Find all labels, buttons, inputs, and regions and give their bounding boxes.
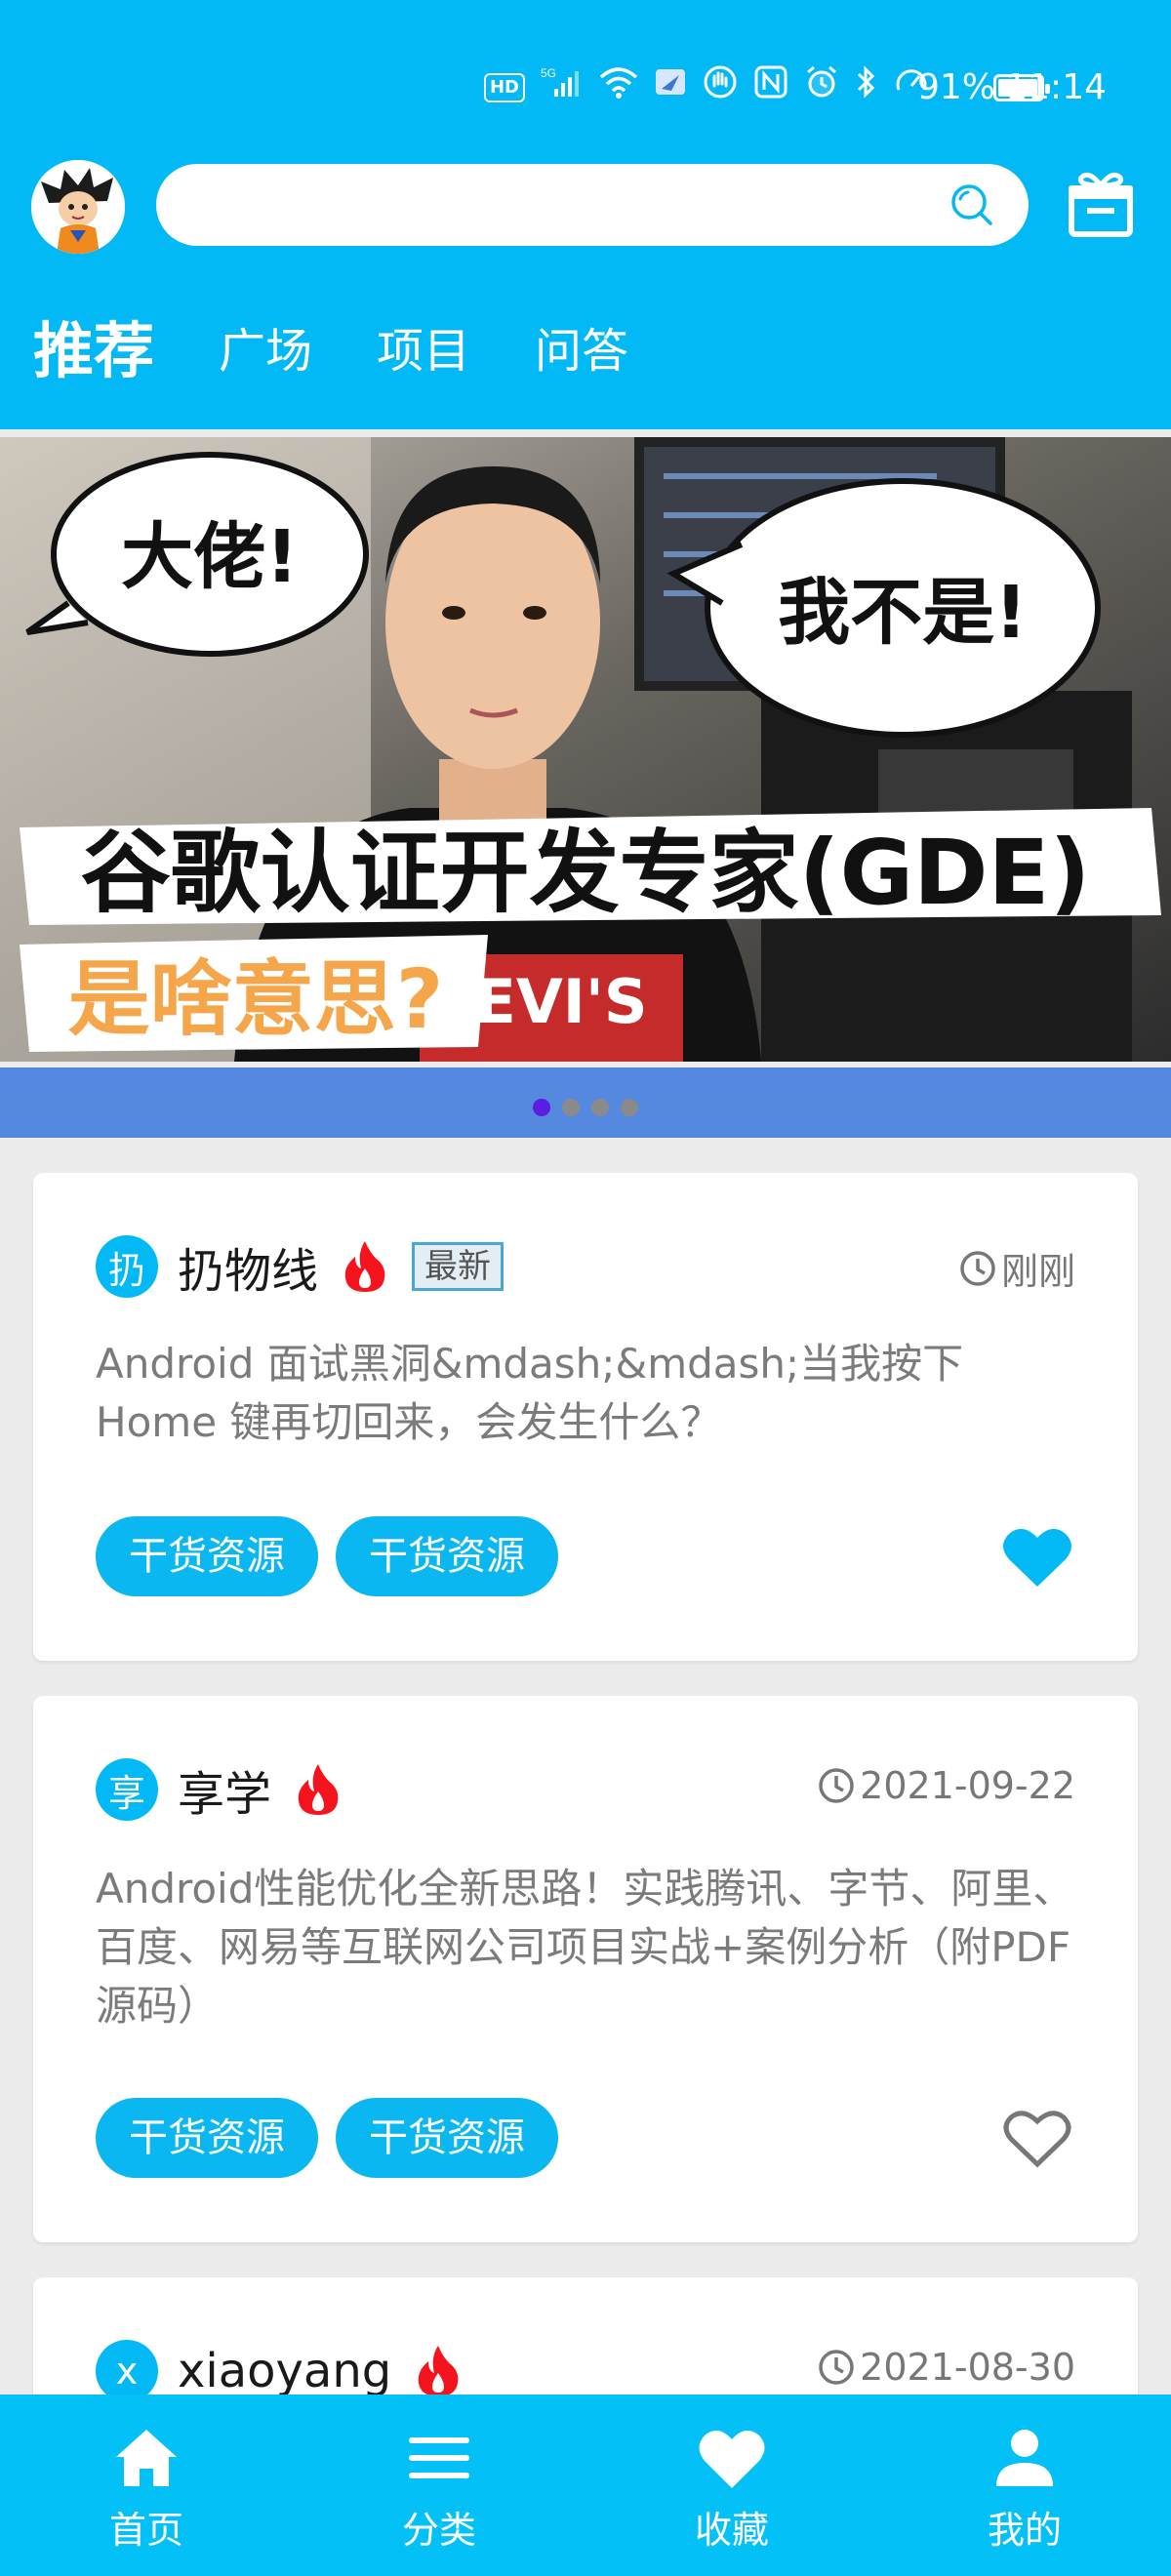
card-header: 扔 扔物线 最新 xyxy=(96,1232,505,1301)
heart-filled-icon[interactable] xyxy=(1001,1524,1073,1589)
tab-qa[interactable]: 问答 xyxy=(535,312,628,390)
search-icon[interactable] xyxy=(949,181,995,228)
signal-icon: 5G xyxy=(541,65,584,109)
author-avatar[interactable]: x xyxy=(96,2340,158,2402)
carousel-dot[interactable] xyxy=(562,1099,580,1116)
article-title[interactable]: Android 面试黑洞&mdash;&mdash;当我按下 Home 键再切回… xyxy=(96,1335,1075,1452)
bubble-left-text: 大佬! xyxy=(121,515,299,599)
banner-carousel[interactable]: 大佬! 我不是! 谷歌认证开发专家(GDE) EVI'S 是啥意思? xyxy=(0,437,1171,1062)
tag-chip[interactable]: 干货资源 xyxy=(336,2098,558,2178)
search-bar[interactable] xyxy=(156,164,1029,246)
banner-image: 大佬! 我不是! 谷歌认证开发专家(GDE) EVI'S 是啥意思? xyxy=(0,437,1171,1062)
nav-favorites[interactable]: 收藏 xyxy=(586,2395,878,2576)
bluetooth-icon xyxy=(855,64,878,110)
author-avatar[interactable]: 扔 xyxy=(96,1235,158,1298)
heart-outline-icon[interactable] xyxy=(1001,2106,1073,2170)
hd-badge: HD xyxy=(483,72,525,102)
nav-category[interactable]: 分类 xyxy=(293,2395,586,2576)
app-notification-icon xyxy=(654,65,687,109)
post-time-text: 2021-09-22 xyxy=(860,1764,1075,1807)
gift-icon[interactable] xyxy=(1066,170,1136,238)
user-avatar[interactable] xyxy=(31,160,125,254)
tag-chip[interactable]: 干货资源 xyxy=(96,2098,318,2178)
post-time: 刚刚 xyxy=(958,1241,1075,1295)
hot-icon xyxy=(344,1241,385,1292)
tag-chip[interactable]: 干货资源 xyxy=(336,1516,558,1596)
home-icon xyxy=(116,2430,177,2486)
status-icons: HD 5G xyxy=(483,64,929,110)
author-name[interactable]: 享学 xyxy=(178,1755,271,1824)
clock-icon xyxy=(819,2350,854,2385)
bottom-navigation: 首页 分类 收藏 我的 xyxy=(0,2395,1171,2576)
nav-favorites-label: 收藏 xyxy=(694,2509,769,2552)
bubble-right-text: 我不是! xyxy=(778,571,1028,655)
post-time: 2021-09-22 xyxy=(817,1764,1075,1807)
clock-icon xyxy=(960,1250,995,1286)
wifi-icon xyxy=(599,65,638,109)
search-input[interactable] xyxy=(189,164,950,246)
person-icon xyxy=(996,2430,1053,2486)
author-name[interactable]: 扔物线 xyxy=(178,1232,318,1301)
top-tabs: 推荐 广场 项目 问答 xyxy=(33,312,693,390)
nav-home[interactable]: 首页 xyxy=(0,2395,293,2576)
clock-icon xyxy=(819,1768,854,1803)
menu-icon xyxy=(409,2437,469,2478)
nav-category-label: 分类 xyxy=(401,2509,476,2552)
carousel-dot[interactable] xyxy=(621,1099,638,1116)
tab-square[interactable]: 广场 xyxy=(219,312,312,390)
hot-icon xyxy=(418,2346,459,2396)
banner-shirt-text: EVI'S xyxy=(474,966,647,1037)
alarm-icon xyxy=(804,64,839,110)
tag-chip[interactable]: 干货资源 xyxy=(96,1516,318,1596)
tab-projects[interactable]: 项目 xyxy=(377,312,470,390)
card-header: 享 享学 xyxy=(96,1755,342,1824)
post-time-text: 刚刚 xyxy=(1000,1250,1075,1293)
svg-text:5G: 5G xyxy=(541,66,556,80)
nav-profile-label: 我的 xyxy=(987,2509,1062,2552)
nav-home-label: 首页 xyxy=(108,2509,183,2552)
carousel-dots xyxy=(533,1099,638,1116)
hot-icon xyxy=(298,1764,339,1815)
nav-profile[interactable]: 我的 xyxy=(878,2395,1171,2576)
status-time: 11:14 xyxy=(1005,67,1107,107)
author-avatar[interactable]: 享 xyxy=(96,1758,158,1821)
author-name[interactable]: xiaoyang xyxy=(178,2344,391,2398)
article-card[interactable]: 扔 扔物线 最新 刚刚 Android 面试黑洞&mdash;&mdash;当我… xyxy=(33,1173,1138,1661)
card-header: x xiaoyang xyxy=(96,2340,462,2402)
article-card[interactable]: 享 享学 2021-09-22 Android性能优化全新思路！实践腾讯、字节、… xyxy=(33,1696,1138,2242)
tag-list: 干货资源 干货资源 xyxy=(96,1516,558,1596)
carousel-dot[interactable] xyxy=(591,1099,609,1116)
heart-icon xyxy=(699,2430,765,2488)
new-badge: 最新 xyxy=(412,1242,505,1291)
tag-list: 干货资源 干货资源 xyxy=(96,2098,558,2178)
carousel-dot[interactable] xyxy=(533,1099,550,1116)
tab-recommend[interactable]: 推荐 xyxy=(33,312,154,390)
battery-percent: 91% xyxy=(916,67,995,107)
post-time-text: 2021-08-30 xyxy=(860,2346,1075,2389)
post-time: 2021-08-30 xyxy=(817,2346,1075,2389)
banner-headline: 谷歌认证开发专家(GDE) xyxy=(81,821,1091,925)
app-header: HD 5G 91% 11:14 推荐 广场 项目 问答 xyxy=(0,0,1171,429)
nfc-icon xyxy=(753,64,788,110)
article-title[interactable]: Android性能优化全新思路！实践腾讯、字节、阿里、百度、网易等互联网公司项目… xyxy=(96,1860,1075,2035)
hand-icon xyxy=(703,64,738,110)
banner-subheadline: 是啥意思? xyxy=(68,951,444,1047)
status-bar: HD 5G 91% 11:14 xyxy=(0,59,1171,117)
